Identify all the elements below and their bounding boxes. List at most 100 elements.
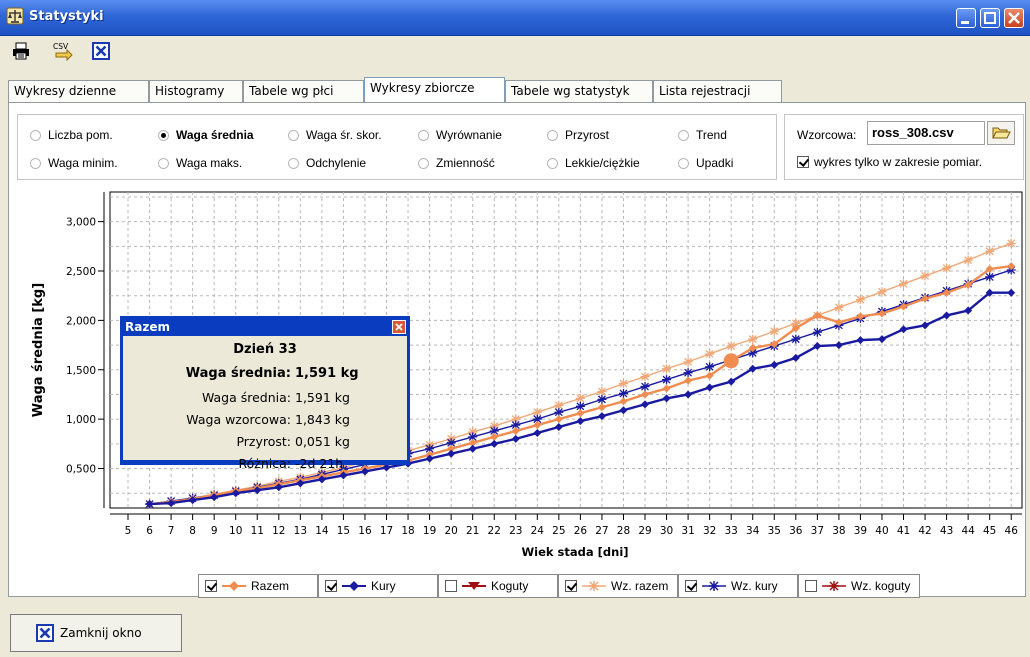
data-point [662,375,672,385]
checkbox[interactable] [445,580,457,592]
x-tick-label: 30 [660,525,673,537]
x-tick-label: 40 [875,525,888,537]
y-tick-label: 2,000 [66,315,96,327]
data-point [920,271,930,281]
x-tick-label: 43 [940,525,953,537]
x-tick-label: 25 [552,525,565,537]
data-point [1006,238,1016,248]
x-tick-label: 19 [423,525,436,537]
x-tick-label: 15 [337,525,350,537]
data-point [597,386,607,396]
x-tick-label: 33 [724,525,737,537]
x-tick-label: 20 [444,525,457,537]
data-point [618,388,628,398]
close-x-icon [36,624,54,642]
close-window-bottom-button[interactable]: Zamknij okno [10,614,182,652]
x-tick-label: 36 [789,525,803,537]
data-point-tooltip[interactable]: Razem Dzień 33 Waga średnia: 1,591 kg Wag… [120,316,410,471]
x-tick-label: 24 [531,525,545,537]
x-tick-label: 35 [768,525,781,537]
star-line-marker-icon [582,581,606,591]
checkbox[interactable] [685,580,697,592]
weight-chart: 5 6 7 8 9 10 11 12 13 14 15 16 17 18 19 20 21 22 23 24 25 26 2… [31,191,1023,559]
checkbox[interactable] [805,580,817,592]
y-tick-labels: 0,500 1,000 1,500 2,000 2,500 3,000 [66,217,96,476]
data-point [834,303,844,313]
tooltip-row: Przyrost: 0,051 kg [236,434,350,449]
y-tick-label: 3,000 [66,217,96,229]
x-tick-label: 28 [617,525,630,537]
legend-item-razem[interactable]: Razem [198,574,318,598]
checkbox[interactable] [325,580,337,592]
data-point [705,349,715,359]
x-tick-label: 32 [703,525,716,537]
x-tick-label: 39 [854,525,867,537]
checkbox[interactable] [205,580,217,592]
legend-item-wz-razem[interactable]: Wz. razem [558,574,678,598]
x-tick-label: 10 [229,525,242,537]
chart-legend: Razem Kury Koguty Wz. razem Wz. kury Wz.… [198,574,920,598]
y-tick-label: 1,500 [66,365,96,377]
data-point [683,357,693,367]
tooltip-row: Waga wzorcowa: 1,843 kg [186,412,350,427]
data-point [791,334,801,344]
x-tick-label: 5 [125,525,132,537]
legend-item-koguty[interactable]: Koguty [438,574,558,598]
tooltip-row: Waga średnia: 1,591 kg [201,390,350,405]
triangle-line-marker-icon [462,582,486,590]
x-tick-label: 11 [251,525,264,537]
x-tick-label: 29 [638,525,651,537]
data-point [683,368,693,378]
data-point [942,263,952,273]
x-tick-label: 37 [811,525,824,537]
x-tick-label: 45 [983,525,996,537]
data-point [705,362,715,372]
tooltip-day: Dzień 33 [233,342,297,357]
x-tick-label: 41 [897,525,910,537]
data-point [877,287,887,297]
diamond-line-marker-icon [222,581,246,591]
data-point [899,279,909,289]
x-tick-label: 18 [401,525,414,537]
data-point [985,246,995,256]
tooltip-row: Waga średnia: 1,591 kg [185,366,359,381]
x-tick-label: 16 [358,525,372,537]
data-point [963,255,973,265]
data-point [855,295,865,305]
x-tick-label: 38 [832,525,845,537]
x-tick-label: 23 [509,525,522,537]
x-tick-label: 46 [1005,525,1019,537]
x-axis-label: Wiek stada [dni] [521,545,628,559]
close-icon [395,323,403,331]
data-point [640,382,650,392]
x-tick-label: 13 [294,525,307,537]
data-point [726,341,736,351]
x-tick-label: 31 [681,525,694,537]
x-tick-label: 6 [146,525,153,537]
x-tick-labels: 5 6 7 8 9 10 11 12 13 14 15 16 17 18 19 20 21 22 23 24 25 26 2… [125,525,1019,537]
y-tick-label: 1,000 [66,414,96,426]
data-point [618,379,628,389]
legend-item-wz-kury[interactable]: Wz. kury [678,574,798,598]
tooltip-close-button[interactable] [392,320,406,334]
x-tick-label: 14 [315,525,329,537]
tooltip-title: Razem [125,320,170,334]
x-tick-label: 12 [272,525,285,537]
x-tick-label: 9 [211,525,218,537]
data-point [748,334,758,344]
close-window-label: Zamknij okno [60,626,142,640]
y-axis-label: Waga średnia [kg] [31,283,46,417]
x-tick-label: 27 [595,525,608,537]
x-tick-label: 44 [961,525,975,537]
data-point [640,372,650,382]
x-tick-label: 26 [574,525,588,537]
highlight-point [723,353,739,369]
y-tick-label: 0,500 [66,464,96,476]
data-point [985,272,995,282]
y-tick-label: 2,500 [66,266,96,278]
checkbox[interactable] [565,580,577,592]
x-tick-label: 17 [380,525,393,537]
legend-item-kury[interactable]: Kury [318,574,438,598]
star-line-marker-icon [822,581,846,591]
legend-item-wz-koguty[interactable]: Wz. koguty [798,574,920,598]
